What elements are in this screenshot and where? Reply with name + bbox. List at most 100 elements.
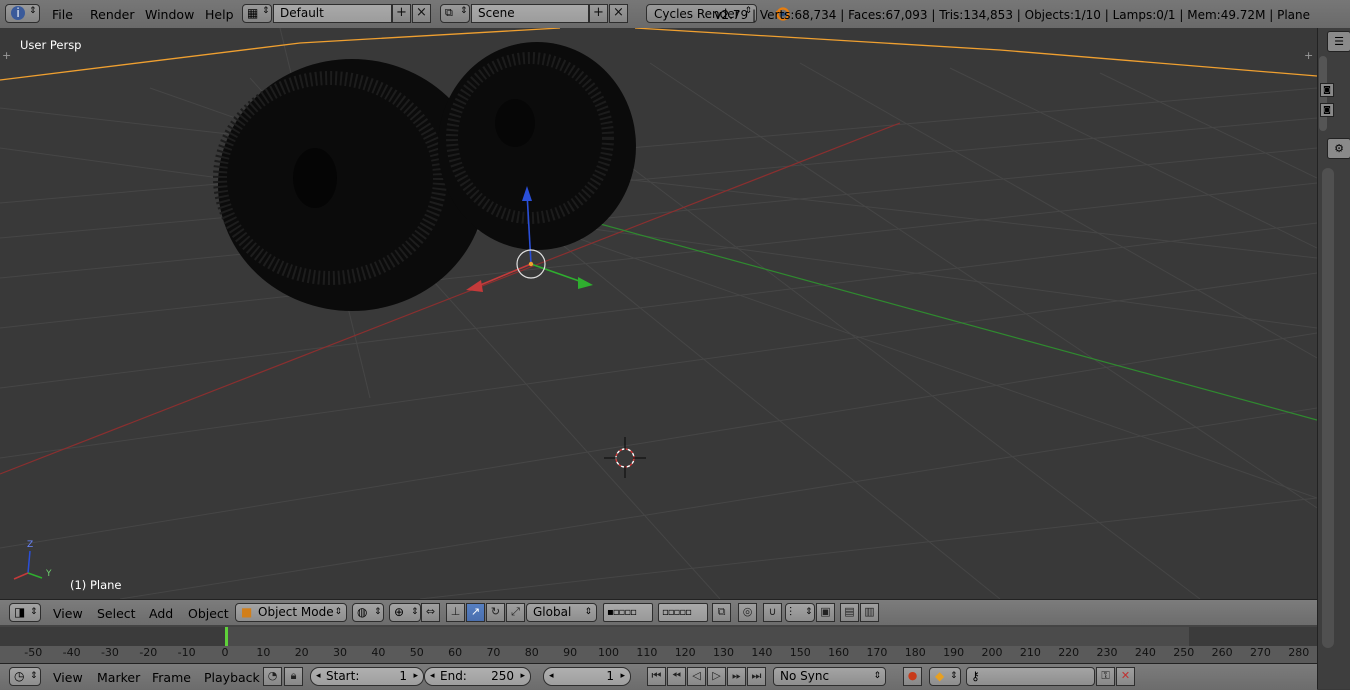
start-frame-field[interactable]: ◂ Start: 1 ▸: [310, 667, 424, 686]
delete-scene-button[interactable]: ×: [609, 4, 628, 23]
sphere-right[interactable]: [438, 42, 636, 250]
key-delete-icon: ✕: [1120, 669, 1131, 682]
menu-add[interactable]: Add: [149, 606, 173, 621]
timeline-track[interactable]: [0, 627, 1317, 646]
jump-to-keyframe-forward-button[interactable]: ⏩︎: [727, 667, 746, 686]
insert-keyframe-button[interactable]: ⚿: [1096, 667, 1115, 686]
preview-range-icon: ◔: [267, 669, 278, 682]
sync-mode-dropdown[interactable]: No Sync ⇕: [773, 667, 886, 686]
jump-to-start-button[interactable]: ⏮︎: [647, 667, 666, 686]
pivot-point-dropdown[interactable]: ⊕ ⇕: [389, 603, 421, 622]
active-keying-set-field[interactable]: ⚷: [966, 667, 1095, 686]
add-layout-button[interactable]: +: [392, 4, 411, 23]
layer-buttons-group-1[interactable]: ▪▫▫▫▫: [603, 603, 653, 622]
fast-forward-icon: ⏩︎: [732, 669, 741, 682]
record-icon: ●: [907, 669, 918, 682]
lock-layers-button[interactable]: ⧉: [712, 603, 731, 622]
preview-range-button[interactable]: ◔: [263, 667, 282, 686]
viewport-canvas[interactable]: + +: [0, 28, 1317, 599]
chevron-left-icon: ◂: [549, 671, 554, 681]
menu-timeline-view[interactable]: View: [53, 670, 83, 685]
timeline-tick-label: 90: [563, 646, 578, 659]
timeline-tick-label: 250: [1173, 646, 1195, 659]
timeline-tick-label: -10: [177, 646, 196, 659]
arrow-icon: ↗: [470, 605, 481, 618]
properties-scrollbar[interactable]: [1322, 168, 1334, 648]
interaction-mode-dropdown[interactable]: ■ Object Mode ⇕: [235, 603, 347, 622]
timeline-tick-label: 170: [866, 646, 888, 659]
menu-window[interactable]: Window: [145, 7, 194, 22]
scale-manipulator-button[interactable]: ⤢: [506, 603, 525, 622]
play-button[interactable]: ▷: [707, 667, 726, 686]
menu-render[interactable]: Render: [90, 7, 135, 22]
layers-grid-icon: ▪▫▫▫▫: [607, 607, 637, 618]
jump-to-end-button[interactable]: ⏭︎: [747, 667, 766, 686]
snap-target-icon: ▣: [820, 605, 831, 618]
menu-view[interactable]: View: [53, 606, 83, 621]
rotate-manipulator-button[interactable]: ↻: [486, 603, 505, 622]
render-camera-icon-2[interactable]: ◙: [1320, 103, 1334, 117]
timeline-tick-label: 10: [256, 646, 271, 659]
chevron-left-icon: ◂: [316, 671, 321, 681]
scene-browse-button[interactable]: ⧉ ⇕: [440, 4, 470, 23]
timeline-tick-label: 180: [904, 646, 926, 659]
timeline-tick-label: 280: [1288, 646, 1310, 659]
add-scene-button[interactable]: +: [589, 4, 608, 23]
timeline-tick-label: -30: [100, 646, 119, 659]
viewport-shading-dropdown[interactable]: ◍ ⇕: [352, 603, 384, 622]
region-toggle-left-icon: +: [2, 49, 11, 62]
interaction-mode-label: Object Mode: [258, 605, 334, 619]
scene-name-field[interactable]: Scene: [471, 4, 589, 23]
clock-icon: ◷: [14, 669, 25, 683]
proportional-editing-button[interactable]: ◎: [738, 603, 757, 622]
layer-buttons-group-2[interactable]: ▫▫▫▫▫: [658, 603, 708, 622]
menu-frame[interactable]: Frame: [152, 670, 191, 685]
properties-editor-button[interactable]: ⚙: [1327, 138, 1350, 159]
3d-viewport[interactable]: + + User Persp Z Y (1) Plane: [0, 28, 1317, 599]
jump-to-keyframe-back-button[interactable]: ⏪︎: [667, 667, 686, 686]
lock-time-cursor-button[interactable]: 🔒︎: [284, 667, 303, 686]
delete-keyframe-button[interactable]: ✕: [1116, 667, 1135, 686]
outliner-icon[interactable]: ☰: [1327, 31, 1350, 52]
key-insert-icon: ⚿: [1101, 669, 1110, 682]
y-axis-line: [559, 212, 1317, 421]
timeline-frame-ruler[interactable]: -50 -40 -30 -20 -10 0 10 20 30 40 50 60 70 80 90 100 110…: [0, 646, 1317, 663]
menu-object[interactable]: Object: [188, 606, 229, 621]
snap-element-dropdown[interactable]: ⫶ ⇕: [785, 603, 815, 622]
transform-orientation-dropdown[interactable]: Global ⇕: [526, 603, 597, 622]
object-mode-icon: ■: [241, 605, 253, 619]
menu-playback[interactable]: Playback: [204, 670, 260, 685]
screen-layout-name-field[interactable]: Default: [273, 4, 392, 23]
timeline-tick-label: 30: [333, 646, 348, 659]
auto-keying-button[interactable]: ●: [903, 667, 922, 686]
chevron-updown-icon: ⇕: [460, 6, 468, 16]
timeline-tick-label: -40: [62, 646, 81, 659]
screen-layout-browse-button[interactable]: ▦ ⇕: [242, 4, 272, 23]
manipulator-toggle-button[interactable]: ⊥: [446, 603, 465, 622]
menu-file[interactable]: File: [52, 7, 73, 22]
snap-toggle-button[interactable]: ∪: [763, 603, 782, 622]
delete-layout-button[interactable]: ×: [412, 4, 431, 23]
menu-marker[interactable]: Marker: [97, 670, 140, 685]
keying-mode-dropdown[interactable]: ◆ ⇕: [929, 667, 961, 686]
play-reverse-button[interactable]: ◁: [687, 667, 706, 686]
current-frame-field[interactable]: ◂ 1 ▸: [543, 667, 631, 686]
snap-target-button[interactable]: ▣: [816, 603, 835, 622]
opengl-render-animation-button[interactable]: ▥: [860, 603, 879, 622]
menu-help[interactable]: Help: [205, 7, 234, 22]
timeline-editor[interactable]: -50 -40 -30 -20 -10 0 10 20 30 40 50 60 70 80 90 100 110…: [0, 625, 1317, 663]
timeline-out-of-range-right: [1189, 627, 1317, 646]
scale-icon: ⤢: [511, 605, 520, 618]
editor-type-info-button[interactable]: i ⇕: [5, 4, 40, 23]
render-camera-icon[interactable]: ◙: [1320, 83, 1334, 97]
orientation-axes-icon: [13, 550, 43, 580]
timeline-tick-label: 150: [789, 646, 811, 659]
editor-type-timeline-button[interactable]: ◷ ⇕: [9, 667, 41, 686]
end-frame-field[interactable]: ◂ End: 250 ▸: [424, 667, 531, 686]
manipulate-center-points-button[interactable]: ⇔: [421, 603, 440, 622]
current-frame-indicator[interactable]: [225, 627, 228, 646]
translate-manipulator-button[interactable]: ↗: [466, 603, 485, 622]
editor-type-3dview-button[interactable]: ◨ ⇕: [9, 603, 41, 622]
opengl-render-image-button[interactable]: ▤: [840, 603, 859, 622]
menu-select[interactable]: Select: [97, 606, 136, 621]
